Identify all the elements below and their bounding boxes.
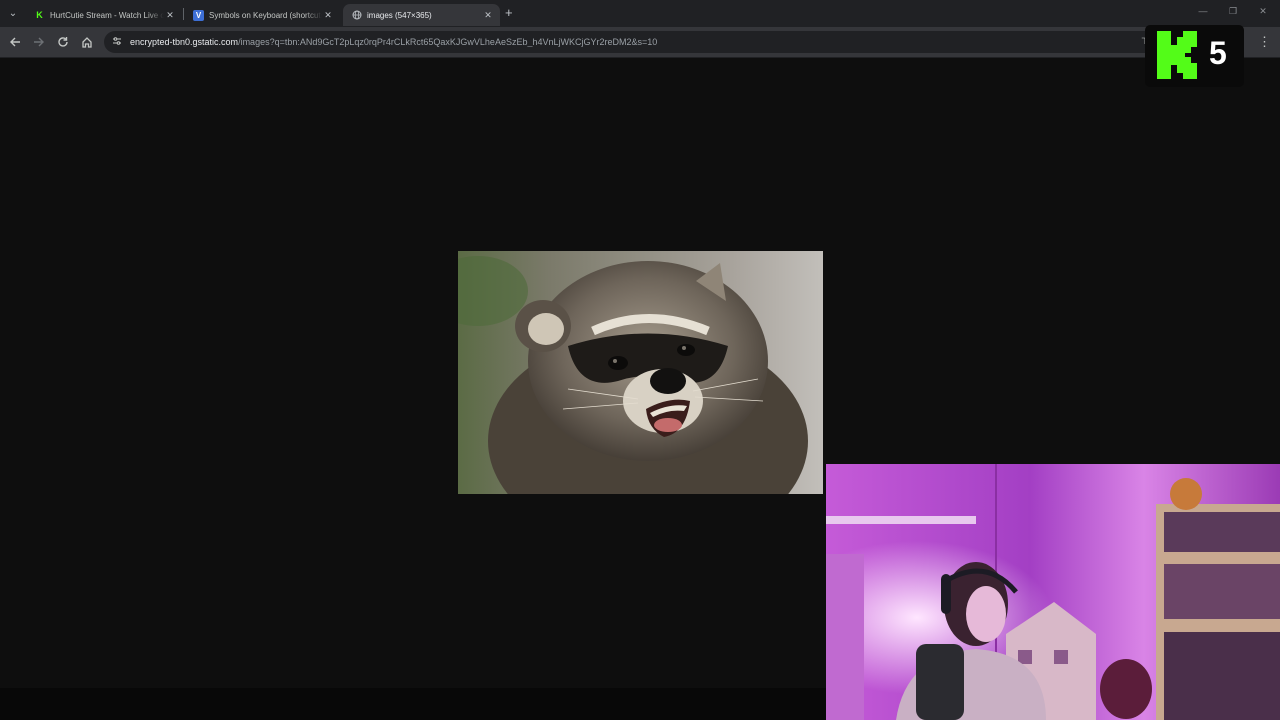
url-path: /images?q=tbn:ANd9GcT2pLqz0rqPr4rCLkRct6… bbox=[238, 37, 658, 47]
close-icon[interactable]: ✕ bbox=[322, 10, 334, 21]
site-info-icon[interactable] bbox=[112, 36, 124, 48]
tab-hurtcutie-stream[interactable]: K HurtCutie Stream - Watch Live on Kick … bbox=[26, 4, 182, 26]
viewer-count: 5 bbox=[1209, 35, 1227, 71]
close-icon[interactable]: ✕ bbox=[164, 10, 176, 21]
tab-search-chevron-icon[interactable]: ⌄ bbox=[4, 4, 22, 22]
kick-icon: K bbox=[36, 10, 43, 20]
address-bar[interactable]: encrypted-tbn0.gstatic.com/images?q=tbn:… bbox=[104, 31, 1159, 53]
window-close-icon[interactable]: ✕ bbox=[1256, 6, 1270, 17]
restore-icon[interactable]: ❐ bbox=[1226, 6, 1240, 17]
tab-title: Symbols on Keyboard (shortcuts) bbox=[209, 10, 322, 20]
tab-symbols-on-keyboard[interactable]: V Symbols on Keyboard (shortcuts) ✕ bbox=[185, 4, 340, 26]
kick-logo-icon bbox=[1157, 31, 1197, 79]
new-tab-plus-icon[interactable]: + bbox=[505, 5, 513, 20]
minimize-icon[interactable]: — bbox=[1196, 6, 1210, 16]
home-icon[interactable] bbox=[79, 34, 95, 50]
v-logo-icon: V bbox=[193, 9, 204, 21]
tab-strip: ⌄ K HurtCutie Stream - Watch Live on Kic… bbox=[0, 0, 1280, 27]
globe-icon bbox=[351, 10, 362, 21]
tab-images[interactable]: images (547×365) ✕ bbox=[343, 4, 500, 26]
tab-title: images (547×365) bbox=[367, 10, 432, 20]
close-icon[interactable]: ✕ bbox=[482, 10, 494, 21]
back-arrow-icon[interactable] bbox=[7, 34, 23, 50]
menu-kebab-icon[interactable]: ⋮ bbox=[1258, 34, 1271, 50]
tab-title: HurtCutie Stream - Watch Live on Kick bbox=[50, 10, 164, 20]
webcam-overlay bbox=[826, 464, 1280, 720]
tab-divider bbox=[183, 8, 184, 20]
browser-toolbar: encrypted-tbn0.gstatic.com/images?q=tbn:… bbox=[0, 27, 1280, 58]
url-host: encrypted-tbn0.gstatic.com bbox=[130, 37, 239, 47]
kick-viewer-badge: 5 bbox=[1145, 25, 1244, 87]
raccoon-photo bbox=[458, 251, 823, 494]
url-text: encrypted-tbn0.gstatic.com/images?q=tbn:… bbox=[130, 37, 657, 47]
reload-icon[interactable] bbox=[55, 34, 71, 50]
forward-arrow-icon[interactable] bbox=[31, 34, 47, 50]
